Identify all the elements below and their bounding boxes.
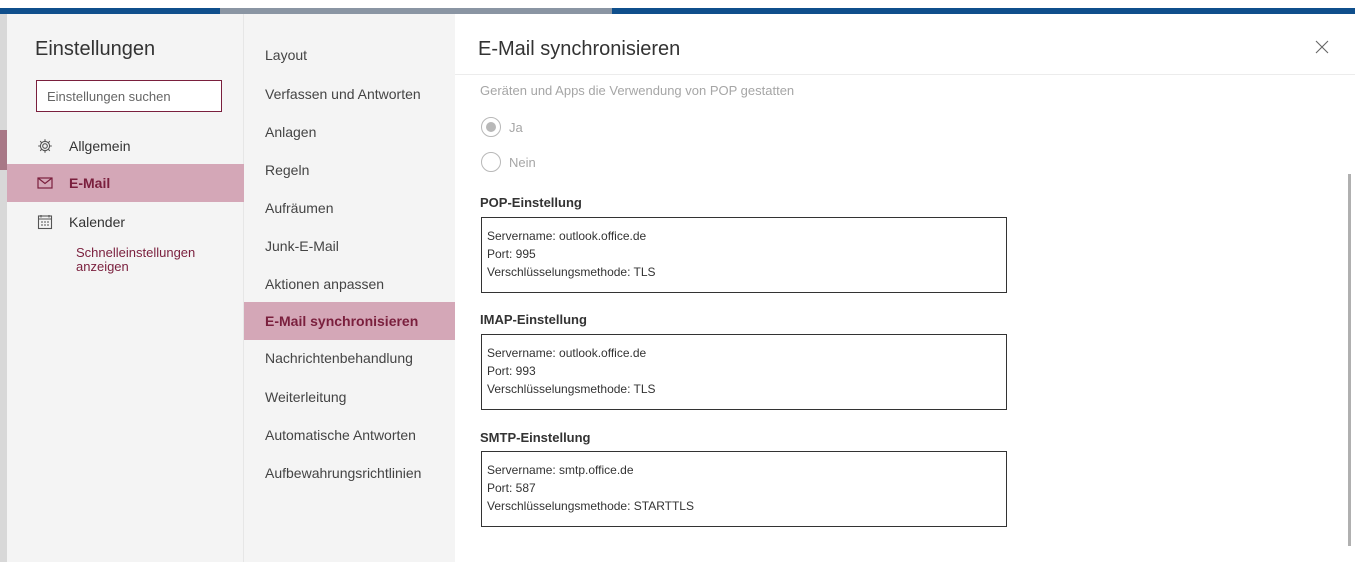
settings-sidebar: Einstellungen Allgemein E-Mail K xyxy=(7,14,244,562)
background-edge xyxy=(0,14,7,562)
pop-settings-box: Servername: outlook.office.de Port: 995 … xyxy=(481,217,1007,293)
sidebar-item-email[interactable]: E-Mail xyxy=(7,164,244,202)
smtp-heading: SMTP-Einstellung xyxy=(480,430,591,445)
encryption: Verschlüsselungsmethode: STARTTLS xyxy=(487,499,694,513)
port: Port: 995 xyxy=(487,247,536,261)
sidebar-item-label: Kalender xyxy=(69,214,126,230)
sync-settings-panel: E-Mail synchronisieren Geräten und Apps … xyxy=(455,14,1355,562)
radio-dot xyxy=(486,122,496,132)
submenu-item-weiterleitung[interactable]: Weiterleitung xyxy=(244,378,455,416)
header-divider xyxy=(455,74,1355,75)
pop-heading: POP-Einstellung xyxy=(480,195,582,210)
submenu-item-aufbewahrung[interactable]: Aufbewahrungsrichtlinien xyxy=(244,454,455,492)
mail-icon xyxy=(37,175,53,191)
radio-label: Nein xyxy=(509,154,536,170)
submenu-item-nachrichten[interactable]: Nachrichtenbehandlung xyxy=(244,339,455,377)
top-bar xyxy=(0,0,1355,14)
settings-title: Einstellungen xyxy=(35,38,156,60)
gear-icon xyxy=(37,138,53,154)
radio-ja[interactable]: Ja xyxy=(481,117,523,137)
sidebar-item-label: E-Mail xyxy=(69,175,111,191)
submenu-item-verfassen[interactable]: Verfassen und Antworten xyxy=(244,75,455,113)
calendar-icon xyxy=(37,214,53,230)
encryption: Verschlüsselungsmethode: TLS xyxy=(487,265,656,279)
sidebar-item-kalender[interactable]: Kalender xyxy=(7,203,244,241)
close-button[interactable] xyxy=(1310,37,1334,61)
submenu-item-junk[interactable]: Junk-E-Mail xyxy=(244,227,455,265)
scrollbar[interactable] xyxy=(1348,174,1351,546)
quick-settings-link[interactable]: Schnelleinstellungen anzeigen xyxy=(76,246,226,274)
email-settings-menu: Layout Verfassen und Antworten Anlagen R… xyxy=(244,14,455,562)
close-icon xyxy=(1315,40,1329,59)
page-title: E-Mail synchronisieren xyxy=(478,38,681,60)
imap-heading: IMAP-Einstellung xyxy=(480,312,587,327)
submenu-item-aufraeumen[interactable]: Aufräumen xyxy=(244,189,455,227)
sidebar-item-allgemein[interactable]: Allgemein xyxy=(7,127,244,165)
radio-circle xyxy=(481,152,501,172)
server-name: Servername: smtp.office.de xyxy=(487,463,634,477)
submenu-item-auto-antworten[interactable]: Automatische Antworten xyxy=(244,416,455,454)
radio-label: Ja xyxy=(509,119,523,135)
radio-nein[interactable]: Nein xyxy=(481,152,536,172)
imap-settings-box: Servername: outlook.office.de Port: 993 … xyxy=(481,334,1007,410)
background-edge-accent xyxy=(0,130,7,170)
server-name: Servername: outlook.office.de xyxy=(487,346,647,360)
submenu-item-anlagen[interactable]: Anlagen xyxy=(244,113,455,151)
port: Port: 993 xyxy=(487,364,536,378)
sidebar-item-label: Allgemein xyxy=(69,138,131,154)
submenu-item-regeln[interactable]: Regeln xyxy=(244,151,455,189)
smtp-settings-box: Servername: smtp.office.de Port: 587 Ver… xyxy=(481,451,1007,527)
submenu-item-sync[interactable]: E-Mail synchronisieren xyxy=(244,302,455,340)
submenu-item-aktionen[interactable]: Aktionen anpassen xyxy=(244,265,455,303)
submenu-item-layout[interactable]: Layout xyxy=(244,36,455,74)
pop-question: Geräten und Apps die Verwendung von POP … xyxy=(480,83,795,98)
radio-circle xyxy=(481,117,501,137)
port: Port: 587 xyxy=(487,481,536,495)
server-name: Servername: outlook.office.de xyxy=(487,229,647,243)
settings-search-input[interactable] xyxy=(36,80,222,112)
encryption: Verschlüsselungsmethode: TLS xyxy=(487,382,656,396)
